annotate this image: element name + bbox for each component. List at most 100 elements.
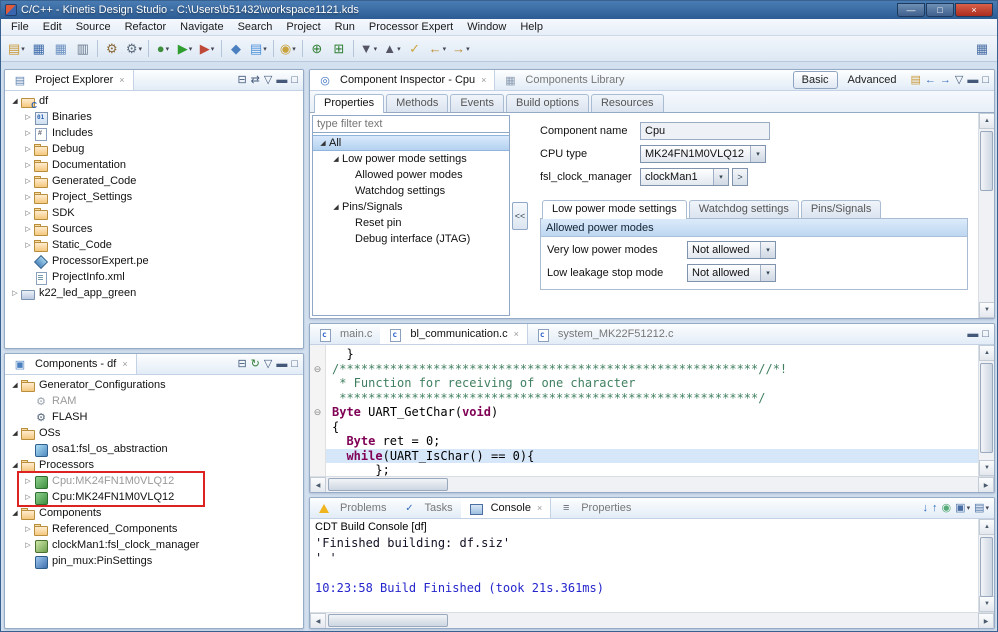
project-item-includes[interactable]: ▷ Includes xyxy=(5,125,303,141)
fold-marker-icon[interactable]: ⊖ xyxy=(310,362,325,377)
previous-annotation-button[interactable]: ▲ ▾ xyxy=(381,38,402,60)
dropdown-arrow-icon[interactable]: ▾ xyxy=(750,146,766,162)
scroll-to-bottom-button[interactable]: ↓ xyxy=(923,502,929,514)
expanded-arrow-icon[interactable]: ◢ xyxy=(9,381,21,389)
filter-input[interactable] xyxy=(312,115,510,133)
menu-refactor[interactable]: Refactor xyxy=(118,20,174,34)
project-item-documentation[interactable]: ▷ Documentation xyxy=(5,157,303,173)
save-all-button[interactable]: ▦ xyxy=(51,38,71,60)
component-item-osa1-fsl-os-abstraction[interactable]: osa1:fsl_os_abstraction xyxy=(5,441,303,457)
minimize-button[interactable]: ▬ xyxy=(276,74,287,86)
menu-project[interactable]: Project xyxy=(279,20,327,34)
pe-generate-code-button[interactable]: ⊕ xyxy=(307,38,327,60)
project-item-projectinfo-xml[interactable]: ProjectInfo.xml xyxy=(5,269,303,285)
collapsed-arrow-icon[interactable]: ▷ xyxy=(22,241,34,249)
maximize-button[interactable]: □ xyxy=(982,74,989,86)
forward-button[interactable]: → xyxy=(940,74,951,86)
setting-item-debug-interface-jtag[interactable]: Debug interface (JTAG) xyxy=(313,231,509,247)
component-item-processors[interactable]: ◢ Processors xyxy=(5,457,303,473)
subtab-pins-signals[interactable]: Pins/Signals xyxy=(800,200,882,218)
console-tab-tasks[interactable]: Tasks xyxy=(394,498,460,518)
console-tab-console[interactable]: Console × xyxy=(460,498,552,518)
build-config-button[interactable]: ⚙ ▾ xyxy=(124,38,144,60)
maximize-window-button[interactable]: □ xyxy=(926,3,954,17)
minimize-window-button[interactable]: — xyxy=(897,3,925,17)
scrollbar-track[interactable] xyxy=(979,535,994,597)
scroll-up-button[interactable]: ▲ xyxy=(979,113,994,129)
scrollbar-thumb[interactable] xyxy=(980,131,993,191)
close-icon[interactable]: × xyxy=(537,503,542,513)
back-button[interactable]: ← ▾ xyxy=(427,38,449,60)
save-button[interactable]: ▦ xyxy=(29,38,49,60)
code-generation-button[interactable]: ↻ xyxy=(251,358,260,370)
expanded-arrow-icon[interactable]: ◢ xyxy=(9,429,21,437)
component-item-cpu-mk24fn1m0vlq12[interactable]: ▷ Cpu:MK24FN1M0VLQ12 xyxy=(5,473,303,489)
navigate-to-component-button[interactable]: > xyxy=(732,168,748,186)
component-item-flash[interactable]: FLASH xyxy=(5,409,303,425)
inspector-tab-components-library[interactable]: Components Library xyxy=(495,70,632,90)
console-tab-properties[interactable]: Properties xyxy=(551,498,639,518)
scroll-up-button[interactable]: ▲ xyxy=(979,345,994,361)
scroll-right-button[interactable]: ▶ xyxy=(978,613,994,628)
expanded-arrow-icon[interactable]: ◢ xyxy=(9,461,21,469)
component-item-referenced-components[interactable]: ▷ Referenced_Components xyxy=(5,521,303,537)
collapsed-arrow-icon[interactable]: ▷ xyxy=(22,493,34,501)
scroll-left-button[interactable]: ◀ xyxy=(310,477,326,492)
dropdown-arrow-icon[interactable]: ▾ xyxy=(760,242,775,258)
print-button[interactable]: ▥ xyxy=(73,38,93,60)
scroll-down-button[interactable]: ▼ xyxy=(979,302,994,318)
editor-tab-system-mk22f51212-c[interactable]: system_MK22F51212.c xyxy=(528,324,682,344)
scrollbar-track[interactable] xyxy=(979,361,994,460)
scroll-down-button[interactable]: ▼ xyxy=(979,596,994,612)
close-icon[interactable]: × xyxy=(514,329,519,339)
fsl-clock-manager-combo[interactable]: clockMan1 ▾ xyxy=(640,168,729,186)
close-icon[interactable]: × xyxy=(481,75,486,85)
view-menu-button[interactable]: ▽ xyxy=(264,358,272,370)
collapsed-arrow-icon[interactable]: ▷ xyxy=(22,541,34,549)
minimize-button[interactable]: ▬ xyxy=(276,358,287,370)
component-item-pin-mux-pinsettings[interactable]: pin_mux:PinSettings xyxy=(5,553,303,569)
collapsed-arrow-icon[interactable]: ▷ xyxy=(22,193,34,201)
dropdown-arrow-icon[interactable]: ▾ xyxy=(760,265,775,281)
setting-item-all[interactable]: ◢ All xyxy=(313,135,509,151)
project-item-generated-code[interactable]: ▷ Generated_Code xyxy=(5,173,303,189)
very-low-power-modes-combo[interactable]: Not allowed ▾ xyxy=(687,241,776,259)
vertical-scrollbar[interactable]: ▲ ▼ xyxy=(978,113,994,318)
menu-help[interactable]: Help xyxy=(513,20,550,34)
project-explorer-tab-project-explorer[interactable]: Project Explorer × xyxy=(5,70,134,90)
setting-item-low-power-mode-settings[interactable]: ◢ Low power mode settings xyxy=(313,151,509,167)
external-tools-button[interactable]: ▶ ▾ xyxy=(197,38,217,60)
pin-console-button[interactable]: ◉ xyxy=(942,502,952,514)
menu-window[interactable]: Window xyxy=(460,20,513,34)
debug-button[interactable]: ● ▾ xyxy=(153,38,173,60)
project-item-binaries[interactable]: ▷ Binaries xyxy=(5,109,303,125)
basic-button[interactable]: Basic xyxy=(792,71,838,89)
scrollbar-track[interactable] xyxy=(979,129,994,302)
new-wizard-button[interactable]: ▤ xyxy=(910,74,920,86)
collapse-pane-button[interactable]: << xyxy=(511,201,529,230)
minimize-button[interactable]: ▬ xyxy=(967,74,978,86)
close-icon[interactable]: × xyxy=(119,75,124,85)
project-item-sdk[interactable]: ▷ SDK xyxy=(5,205,303,221)
open-perspective-button[interactable]: ▦ xyxy=(972,38,992,60)
menu-source[interactable]: Source xyxy=(69,20,118,34)
code-editor[interactable]: }/**************************************… xyxy=(326,345,978,476)
scrollbar-thumb[interactable] xyxy=(328,478,448,491)
menu-search[interactable]: Search xyxy=(231,20,280,34)
scroll-right-button[interactable]: ▶ xyxy=(978,477,994,492)
component-item-cpu-mk24fn1m0vlq12[interactable]: ▷ Cpu:MK24FN1M0VLQ12 xyxy=(5,489,303,505)
pe-components-button[interactable]: ⊞ xyxy=(329,38,349,60)
collapsed-arrow-icon[interactable]: ▷ xyxy=(22,113,34,121)
collapsed-arrow-icon[interactable]: ▷ xyxy=(22,209,34,217)
menu-navigate[interactable]: Navigate xyxy=(173,20,230,34)
maximize-button[interactable]: □ xyxy=(291,358,298,370)
scroll-up-button[interactable]: ▲ xyxy=(979,519,994,535)
project-item-processorexpert-pe[interactable]: ProcessorExpert.pe xyxy=(5,253,303,269)
collapsed-arrow-icon[interactable]: ▷ xyxy=(22,129,34,137)
view-menu-button[interactable]: ▽ xyxy=(955,74,963,86)
project-item-df[interactable]: ◢ df xyxy=(5,93,303,110)
collapsed-arrow-icon[interactable]: ▷ xyxy=(22,225,34,233)
tab-properties[interactable]: Properties xyxy=(314,94,385,113)
collapsed-arrow-icon[interactable]: ▷ xyxy=(22,161,34,169)
horizontal-scrollbar[interactable]: ◀ ▶ xyxy=(310,612,994,628)
